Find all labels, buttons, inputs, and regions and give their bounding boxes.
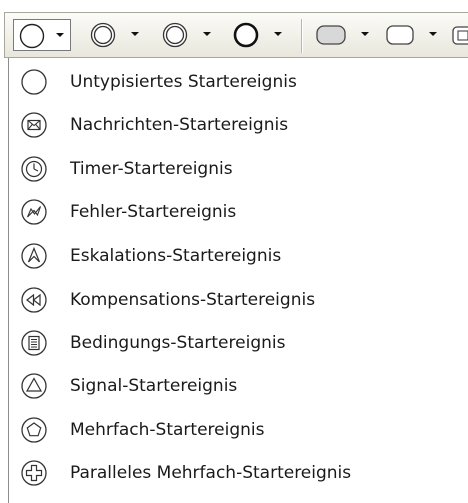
menu-item-label: Nachrichten-Startereignis: [70, 115, 289, 135]
menu-item-conditional-start-event[interactable]: Bedingungs-Startereignis: [10, 321, 468, 364]
empty-circle-icon: [21, 69, 47, 95]
menu-item-escalation-start-event[interactable]: Eskalations-Startereignis: [10, 234, 468, 277]
chevron-down-icon[interactable]: [274, 32, 282, 36]
start-event-menu: Untypisiertes Startereignis Nachrichten-…: [8, 58, 468, 503]
end-event-button[interactable]: [228, 19, 290, 51]
rounded-rect-icon: [386, 25, 414, 45]
menu-item-label: Paralleles Mehrfach-Startereignis: [70, 463, 352, 483]
chevron-down-icon[interactable]: [203, 32, 211, 36]
lightning-circle-icon: [21, 199, 47, 225]
menu-item-label: Bedingungs-Startereignis: [70, 333, 286, 353]
plus-circle-icon: [21, 460, 47, 486]
menu-item-label: Timer-Startereignis: [70, 159, 233, 179]
menu-item-message-start-event[interactable]: Nachrichten-Startereignis: [10, 103, 468, 146]
clock-circle-icon: [21, 156, 47, 182]
more-button[interactable]: [449, 19, 468, 51]
chevron-down-icon[interactable]: [131, 32, 139, 36]
triangle-circle-icon: [21, 373, 47, 399]
menu-item-label: Kompensations-Startereignis: [70, 290, 316, 310]
menu-item-parallel-multiple-start-event[interactable]: Paralleles Mehrfach-Startereignis: [10, 451, 468, 494]
circle-thick-icon: [233, 22, 259, 48]
subprocess-button[interactable]: [381, 19, 443, 51]
chevron-down-icon[interactable]: [429, 32, 437, 36]
circle-thin-icon: [19, 23, 45, 49]
menu-item-label: Signal-Startereignis: [70, 376, 238, 396]
menu-item-label: Fehler-Startereignis: [70, 202, 237, 222]
double-circle-icon: [162, 22, 188, 48]
partial-icon: [452, 26, 468, 45]
menu-item-compensation-start-event[interactable]: Kompensations-Startereignis: [10, 278, 468, 321]
menu-item-label: Mehrfach-Startereignis: [70, 420, 265, 440]
menu-item-multiple-start-event[interactable]: Mehrfach-Startereignis: [10, 408, 468, 451]
escalation-circle-icon: [21, 243, 47, 269]
envelope-circle-icon: [21, 112, 47, 138]
untyped-start-event-button[interactable]: [13, 19, 71, 51]
menu-item-untyped-start-event[interactable]: Untypisiertes Startereignis: [10, 60, 468, 103]
menu-item-timer-start-event[interactable]: Timer-Startereignis: [10, 147, 468, 190]
menu-item-label: Eskalations-Startereignis: [70, 246, 282, 266]
rounded-rect-filled-icon: [316, 25, 346, 45]
chevron-down-icon[interactable]: [361, 32, 369, 36]
menu-item-error-start-event[interactable]: Fehler-Startereignis: [10, 190, 468, 233]
menu-item-label: Untypisiertes Startereignis: [70, 72, 297, 92]
double-circle-icon: [90, 22, 116, 48]
pentagon-circle-icon: [21, 417, 47, 443]
event-toolbar: [4, 12, 468, 58]
window: Untypisiertes Startereignis Nachrichten-…: [0, 0, 468, 503]
document-circle-icon: [21, 330, 47, 356]
chevron-down-icon[interactable]: [56, 33, 64, 37]
rewind-circle-icon: [21, 287, 47, 313]
task-button[interactable]: [311, 19, 373, 51]
intermediate-event-alt-button[interactable]: [157, 19, 219, 51]
toolbar-separator: [301, 19, 303, 53]
menu-item-signal-start-event[interactable]: Signal-Startereignis: [10, 364, 468, 407]
intermediate-event-button[interactable]: [85, 19, 147, 51]
